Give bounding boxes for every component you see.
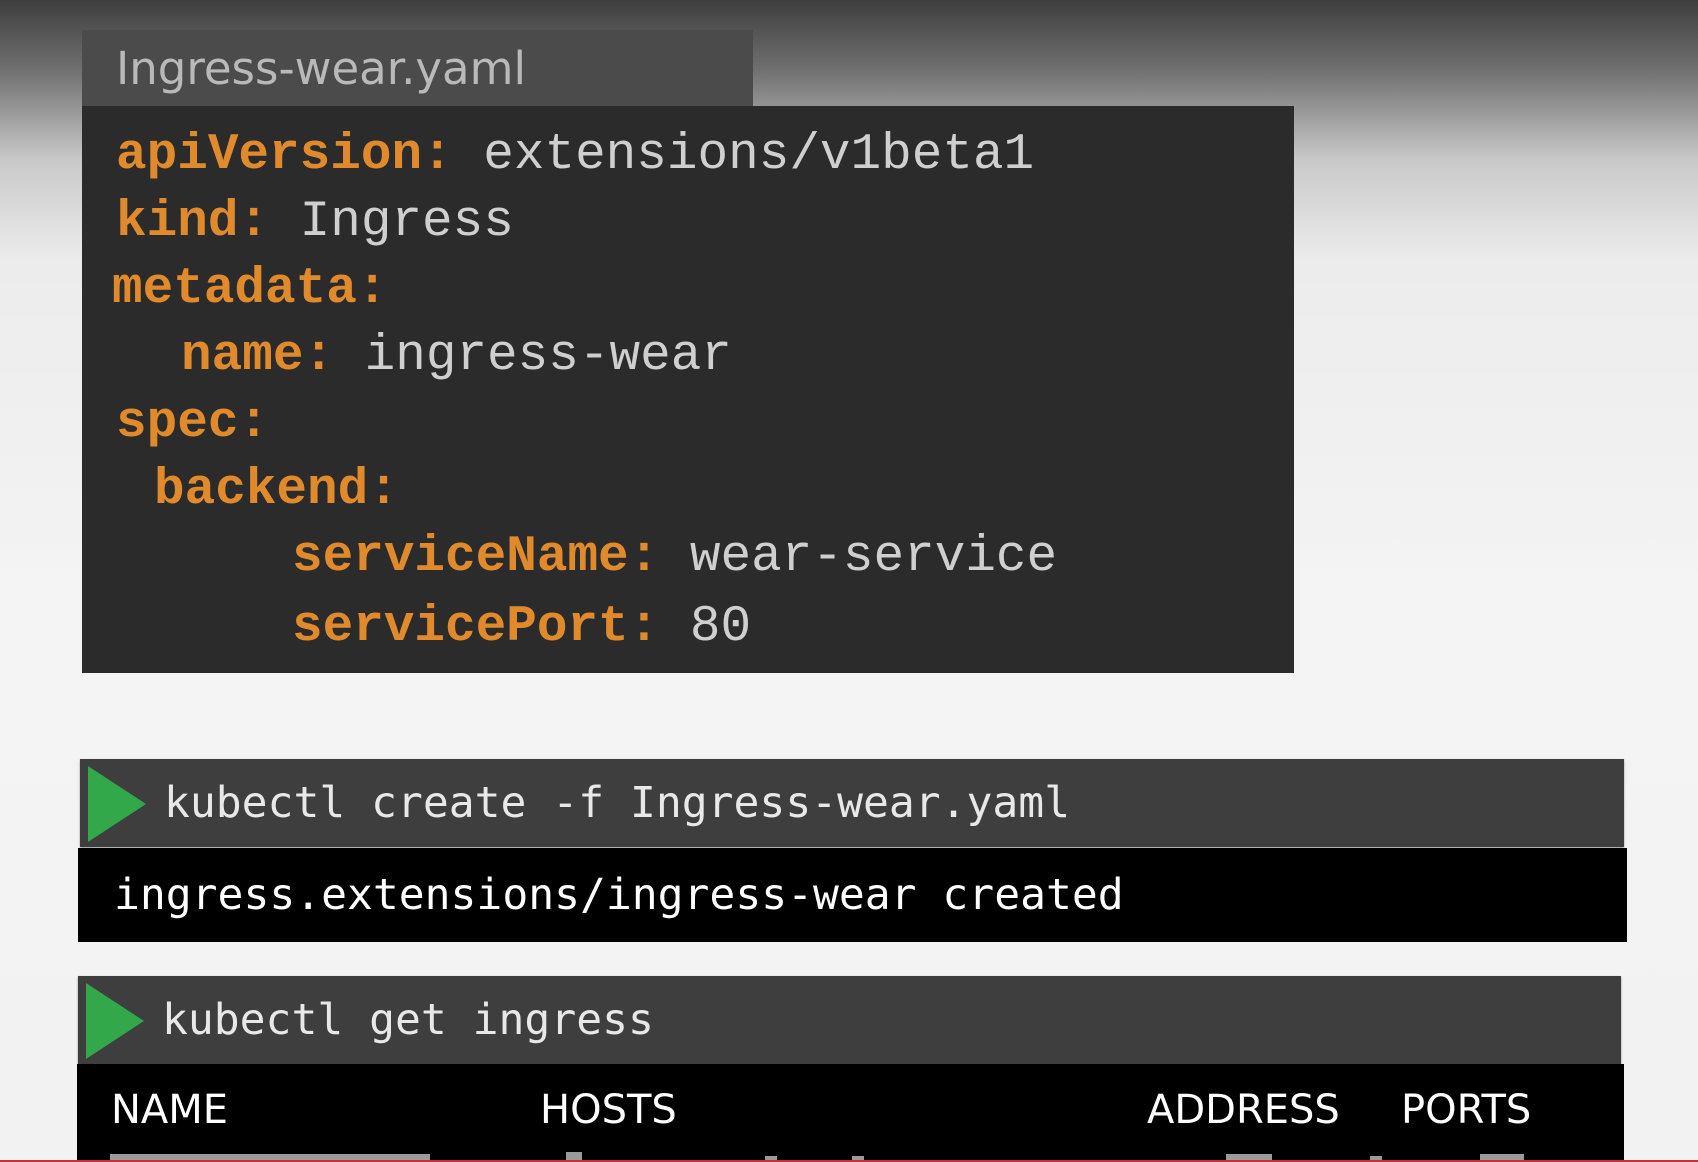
terminal-create-output: ingress.extensions/ingress-wear created [78, 848, 1627, 942]
command-text: kubectl create -f Ingress-wear.yaml [164, 778, 1071, 828]
yaml-line-servicename: serviceName: wear-service [292, 528, 1057, 588]
yaml-key: spec: [116, 395, 270, 452]
play-icon [86, 983, 144, 1059]
yaml-line-apiversion: apiVersion: extensions/v1beta1 [116, 126, 1034, 186]
output-text: ingress.extensions/ingress-wear created [114, 870, 1124, 920]
yaml-line-serviceport: servicePort: 80 [292, 598, 751, 658]
terminal-get-command-bar[interactable]: kubectl get ingress [78, 976, 1621, 1064]
yaml-key: backend: [154, 462, 399, 519]
yaml-code-panel: apiVersion: extensions/v1beta1 kind: Ing… [82, 106, 1294, 673]
yaml-value: ingress-wear [364, 328, 732, 385]
play-icon [88, 766, 146, 842]
yaml-line-name: name: ingress-wear [181, 327, 732, 387]
column-header-hosts: HOSTS [540, 1087, 677, 1133]
command-text: kubectl get ingress [162, 995, 654, 1045]
yaml-filename: Ingress-wear.yaml [116, 42, 526, 95]
yaml-key: kind: [116, 194, 270, 251]
yaml-line-backend: backend: [154, 461, 399, 521]
column-header-ports: PORTS [1401, 1087, 1532, 1133]
terminal-create-command-bar[interactable]: kubectl create -f Ingress-wear.yaml [80, 759, 1624, 847]
yaml-value: extensions/v1beta1 [483, 127, 1035, 184]
yaml-key: serviceName: [292, 529, 660, 586]
yaml-line-spec: spec: [116, 394, 269, 454]
yaml-value: wear-service [689, 529, 1058, 586]
yaml-value: Ingress [299, 194, 514, 251]
yaml-key: name: [181, 328, 335, 385]
yaml-line-kind: kind: Ingress [116, 193, 514, 253]
yaml-file-tab[interactable]: Ingress-wear.yaml [82, 30, 753, 107]
column-header-address: ADDRESS [1147, 1087, 1340, 1133]
yaml-line-metadata: metadata: [112, 260, 387, 320]
column-header-name: NAME [111, 1087, 229, 1133]
clipped-table-row [110, 1148, 1550, 1160]
yaml-value: 80 [689, 599, 752, 656]
yaml-key: metadata: [112, 261, 388, 318]
yaml-key: apiVersion: [116, 127, 453, 184]
yaml-key: servicePort: [292, 599, 660, 656]
